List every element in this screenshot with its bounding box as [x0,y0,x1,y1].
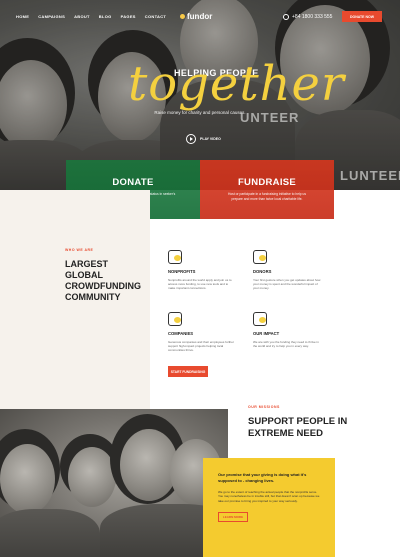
nav-item-about[interactable]: ABOUT [74,14,90,19]
feature-text: Generous companies and their employees f… [168,340,234,353]
person-face [0,444,55,514]
logo-mark-icon [180,14,185,19]
mission-title: SUPPORT PEOPLE IN EXTREME NEED [248,416,358,439]
play-video-button[interactable]: PLAY VIDEO [186,134,221,144]
nav-item-pages[interactable]: PAGES [121,14,136,19]
logo[interactable]: fundor [180,12,212,21]
play-label: PLAY VIDEO [200,137,221,141]
feature-text: Your first gesture when you get updates … [253,278,321,291]
donate-now-button[interactable]: DONATE NOW [342,11,382,22]
start-fundraising-button[interactable]: START FUNDRAISING [168,366,208,377]
title-line: LARGEST GLOBAL [65,259,109,280]
donate-card-title: DONATE [112,177,154,188]
fundraise-card[interactable]: FUNDRAISE Host or participate in a fundr… [200,160,334,219]
mission-quote-box: Our promise that your giving is doing wh… [203,458,335,557]
feature-donors: DONORS Your first gesture when you get u… [253,250,333,291]
who-we-are-title: LARGEST GLOBAL CROWDFUNDING COMMUNITY [65,259,147,303]
phone-icon [283,14,289,20]
phone-number: +84 1800 333 555 [292,14,333,20]
title-line: SUPPORT PEOPLE IN [248,416,348,427]
learn-more-button[interactable]: LEARN MORE [218,511,248,522]
fundraise-card-text: Host or participate in a fundraising ini… [227,192,307,201]
logo-text: fundor [187,12,213,21]
fundraise-card-title: FUNDRAISE [237,177,297,188]
main-nav: HOME CAMPAIGNS ABOUT BLOG PAGES CONTACT [16,14,166,19]
impact-icon [253,312,267,326]
feature-nonprofits: NONPROFITS Nonprofits around the world a… [168,250,248,291]
nav-item-campaigns[interactable]: CAMPAIGNS [38,14,65,19]
feature-title: NONPROFITS [168,269,196,274]
mission-quote: Our promise that your giving is doing wh… [218,472,307,483]
who-we-are-label: WHO WE ARE [65,248,94,252]
feature-our-impact: OUR IMPACT We are with you the funding t… [253,312,333,348]
play-icon [186,134,196,144]
feature-text: Nonprofits around the world apply and jo… [168,278,232,291]
feature-companies: COMPANIES Generous companies and their e… [168,312,248,353]
phone-contact[interactable]: +84 1800 333 555 [283,14,332,20]
nav-item-contact[interactable]: CONTACT [145,14,166,19]
hero-script-title: together [128,56,345,112]
person-shirt [0,509,100,557]
mission-photo [0,409,228,557]
feature-text: We are with you the funding they need to… [253,340,319,349]
person-face [120,429,178,501]
title-line: CROWDFUNDING [65,281,141,291]
title-line: COMMUNITY [65,292,121,302]
feature-title: COMPANIES [168,331,194,336]
hero-subtitle: Raise money for charity and personal cau… [154,110,246,115]
mission-text: We go to the extent of reaching the actu… [218,490,320,503]
title-line: EXTREME NEED [248,427,323,439]
nonprofits-icon [168,250,182,264]
our-missions-label: OUR MISSIONS [248,405,280,409]
feature-title: OUR IMPACT [253,331,280,336]
feature-title: DONORS [253,269,272,274]
nav-item-home[interactable]: HOME [16,14,29,19]
donors-icon [253,250,267,264]
nav-item-blog[interactable]: BLOG [99,14,112,19]
person-face [68,447,116,507]
companies-icon [168,312,182,326]
